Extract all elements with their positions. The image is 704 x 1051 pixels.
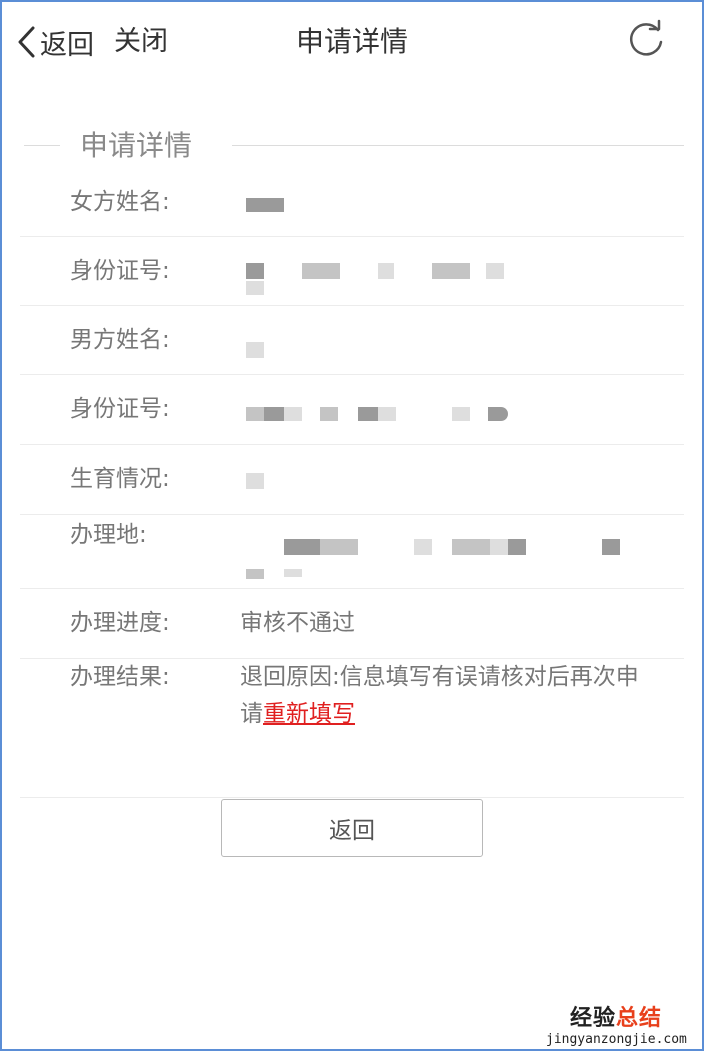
row-female-name: 女方姓名: [20, 168, 684, 237]
watermark: 经验总结 jingyanzongjie.com [546, 1000, 687, 1047]
redacted-value [602, 539, 620, 555]
redacted-value [432, 263, 470, 279]
redacted-value [358, 407, 378, 421]
redacted-value [320, 539, 358, 555]
redacted-value [284, 569, 302, 577]
redacted-value [246, 263, 264, 279]
row-label: 身份证号: [70, 258, 170, 284]
redacted-value [452, 539, 490, 555]
redacted-value [490, 539, 508, 555]
redacted-value [486, 263, 504, 279]
row-result: 办理结果: 退回原因:信息填写有误请核对后再次申请重新填写 [20, 659, 684, 779]
row-label: 身份证号: [70, 396, 170, 422]
divider [24, 145, 60, 146]
row-label: 办理进度: [70, 610, 170, 636]
refresh-button[interactable] [624, 18, 668, 62]
refresh-icon [624, 19, 668, 66]
redacted-value [246, 198, 284, 212]
result-text: 退回原因:信息填写有误请核对后再次申请重新填写 [240, 659, 640, 733]
redacted-value [414, 539, 432, 555]
section-header: 申请详情 [20, 126, 684, 166]
redacted-value [246, 342, 264, 358]
page-title: 申请详情 [295, 25, 408, 58]
row-label: 办理地: [70, 522, 147, 548]
row-progress: 办理进度: 审核不通过 [20, 589, 684, 659]
row-male-name: 男方姓名: [20, 306, 684, 375]
redacted-value [246, 569, 264, 579]
refill-link[interactable]: 重新填写 [263, 701, 355, 727]
redacted-value [488, 407, 508, 421]
redacted-value [264, 407, 284, 421]
redacted-value [378, 263, 394, 279]
row-label: 男方姓名: [70, 327, 170, 353]
progress-status: 审核不通过 [240, 610, 355, 636]
row-label: 生育情况: [70, 466, 170, 492]
redacted-value [284, 407, 302, 421]
redacted-value [246, 407, 264, 421]
redacted-value [246, 281, 264, 295]
return-button[interactable]: 返回 [221, 799, 483, 857]
redacted-value [284, 539, 320, 555]
section-title: 申请详情 [80, 129, 193, 162]
redacted-value [452, 407, 470, 421]
watermark-logo: 经验总结 [569, 1006, 663, 1031]
row-male-id: 身份证号: [20, 375, 684, 445]
redacted-value [302, 263, 340, 279]
row-female-id: 身份证号: [20, 237, 684, 306]
redacted-value [378, 407, 396, 421]
nav-bar: 返回 关闭 申请详情 [2, 2, 702, 82]
redacted-value [246, 473, 264, 489]
row-location: 办理地: [20, 515, 684, 589]
redacted-value [320, 407, 338, 421]
divider [20, 797, 684, 798]
redacted-value [508, 539, 526, 555]
watermark-url: jingyanzongjie.com [546, 1032, 687, 1047]
app-frame: 返回 关闭 申请详情 申请详情 女方姓名: 身份证号: 男方姓名: 身份证号: … [0, 0, 704, 1051]
divider [232, 145, 684, 146]
row-label: 办理结果: [70, 664, 170, 690]
row-childbirth: 生育情况: [20, 445, 684, 515]
row-label: 女方姓名: [70, 189, 170, 215]
